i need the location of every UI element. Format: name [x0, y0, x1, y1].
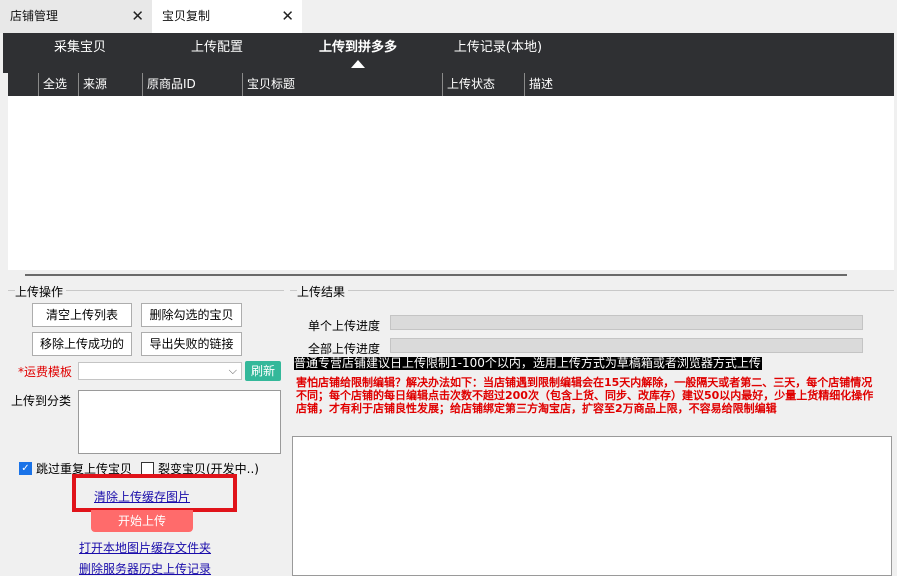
shipping-template-select[interactable]: ⌵	[78, 362, 242, 380]
upload-limit-notice: 普通专营店铺建议日上传限制1-100个以内，选用上传方式为草稿箱或者浏览器方式上…	[294, 357, 762, 370]
splitter[interactable]	[25, 274, 847, 276]
nav-upload-records[interactable]: 上传记录(本地)	[443, 33, 553, 73]
start-upload-button[interactable]: 开始上传	[91, 510, 193, 532]
nav-label: 上传到拼多多	[318, 40, 397, 55]
clear-cache-images-link[interactable]: 清除上传缓存图片	[94, 488, 190, 505]
nav-upload-pinduoduo[interactable]: 上传到拼多多	[306, 33, 410, 73]
tab-label: 宝贝复制	[162, 9, 211, 23]
delete-checked-button[interactable]: 删除勾选的宝贝	[141, 303, 242, 327]
all-progress-bar	[390, 338, 863, 353]
shipping-label-text: 运费模板	[24, 365, 73, 379]
header-original-id[interactable]: 原商品ID	[142, 73, 242, 96]
export-failed-button[interactable]: 导出失败的链接	[141, 332, 242, 356]
all-progress-label: 全部上传进度	[308, 342, 381, 356]
active-caret-icon	[351, 60, 365, 68]
group-divider	[290, 290, 894, 291]
close-icon[interactable]: ✕	[131, 0, 144, 33]
header-select-all[interactable]: 全选	[38, 73, 78, 96]
upload-log[interactable]	[292, 436, 892, 576]
nav-upload-config[interactable]: 上传配置	[167, 33, 267, 73]
delete-server-history-link[interactable]: 删除服务器历史上传记录	[79, 560, 211, 576]
nav-collect-items[interactable]: 采集宝贝	[30, 33, 130, 73]
shipping-template-label: *运费模板	[18, 363, 72, 380]
chevron-down-icon: ⌵	[228, 364, 237, 377]
category-input[interactable]	[78, 390, 281, 454]
single-progress-bar	[390, 315, 863, 330]
category-label: 上传到分类	[11, 394, 72, 408]
sub-nav: 采集宝贝 上传配置 上传到拼多多 上传记录(本地)	[3, 33, 894, 73]
header-source[interactable]: 来源	[78, 73, 142, 96]
table-header: 全选 来源 原商品ID 宝贝标题 上传状态 描述	[8, 73, 894, 96]
single-progress-label: 单个上传进度	[308, 319, 381, 333]
item-table: 全选 来源 原商品ID 宝贝标题 上传状态 描述	[8, 73, 894, 270]
tab-item-copy[interactable]: 宝贝复制 ✕	[152, 0, 302, 33]
skip-duplicate-checkbox[interactable]: ✓	[19, 462, 32, 475]
header-item-title[interactable]: 宝贝标题	[242, 73, 442, 96]
remove-success-button[interactable]: 移除上传成功的	[32, 332, 132, 356]
tab-label: 店铺管理	[10, 9, 59, 23]
header-description[interactable]: 描述	[524, 73, 894, 96]
upload-ops-label: 上传操作	[15, 283, 67, 300]
header-upload-status[interactable]: 上传状态	[442, 73, 524, 96]
restriction-warning: 害怕店铺给限制编辑？解决办法如下：当店铺遇到限制编辑会在15天内解除，一般隔天或…	[296, 376, 874, 415]
tab-shop-management[interactable]: 店铺管理 ✕	[0, 0, 152, 33]
tab-bar: 店铺管理 ✕ 宝贝复制 ✕	[0, 0, 897, 33]
close-icon[interactable]: ✕	[281, 0, 294, 33]
refresh-button[interactable]: 刷新	[245, 361, 281, 381]
open-local-cache-link[interactable]: 打开本地图片缓存文件夹	[79, 539, 211, 556]
clear-list-button[interactable]: 清空上传列表	[32, 303, 132, 327]
upload-result-label: 上传结果	[297, 283, 349, 300]
